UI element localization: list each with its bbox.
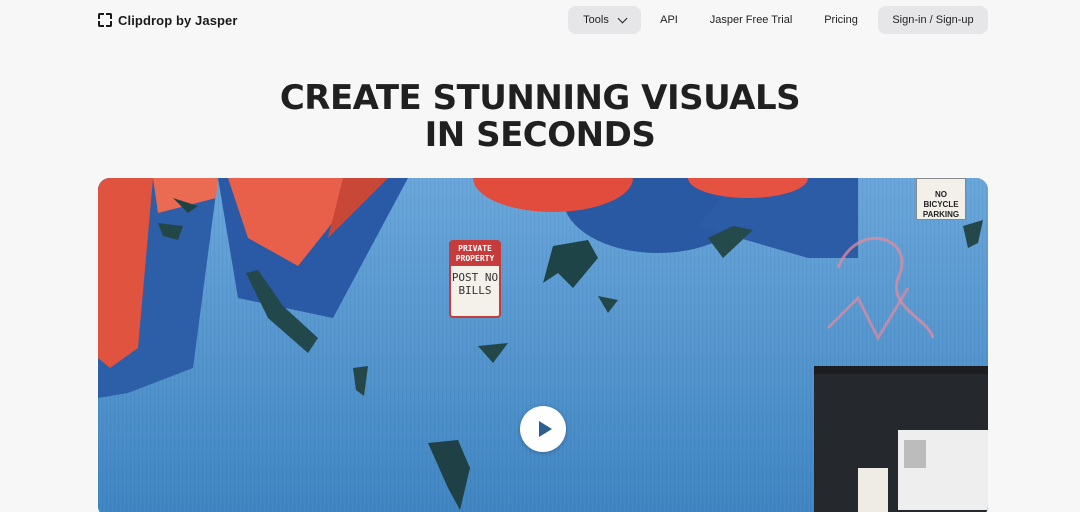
chevron-down-icon (617, 13, 628, 23)
jasper-free-trial-link[interactable]: Jasper Free Trial (700, 6, 802, 34)
sign-private-header: PRIVATE PROPERTY (451, 242, 499, 266)
mural-wall-illustration (98, 178, 988, 512)
top-navigation: Clipdrop by Jasper Tools API Jasper Free… (0, 0, 1080, 40)
play-icon (538, 421, 552, 437)
tools-label: Tools (583, 14, 609, 26)
tools-menu-button[interactable]: Tools (568, 6, 641, 34)
api-link[interactable]: API (652, 6, 686, 34)
private-property-sign: PRIVATE PROPERTY POST NO BILLS (449, 240, 501, 318)
hero-title: CREATE STUNNING VISUALS IN SECONDS (0, 80, 1080, 154)
hero-title-line-2: IN SECONDS (424, 115, 656, 155)
sign-in-button[interactable]: Sign-in / Sign-up (878, 6, 988, 34)
no-bicycle-parking-sign: NO BICYCLE PARKING (916, 178, 966, 220)
brand-logo[interactable]: Clipdrop by Jasper (98, 11, 238, 29)
clipdrop-logo-icon (98, 13, 112, 27)
hero-title-line-1: CREATE STUNNING VISUALS (279, 78, 801, 118)
brand-name: Clipdrop by Jasper (118, 12, 238, 28)
play-button[interactable] (520, 406, 566, 452)
hero-video[interactable]: PRIVATE PROPERTY POST NO BILLS NO BICYCL… (98, 178, 988, 512)
sign-private-body: POST NO BILLS (451, 271, 499, 297)
pricing-link[interactable]: Pricing (814, 6, 868, 34)
